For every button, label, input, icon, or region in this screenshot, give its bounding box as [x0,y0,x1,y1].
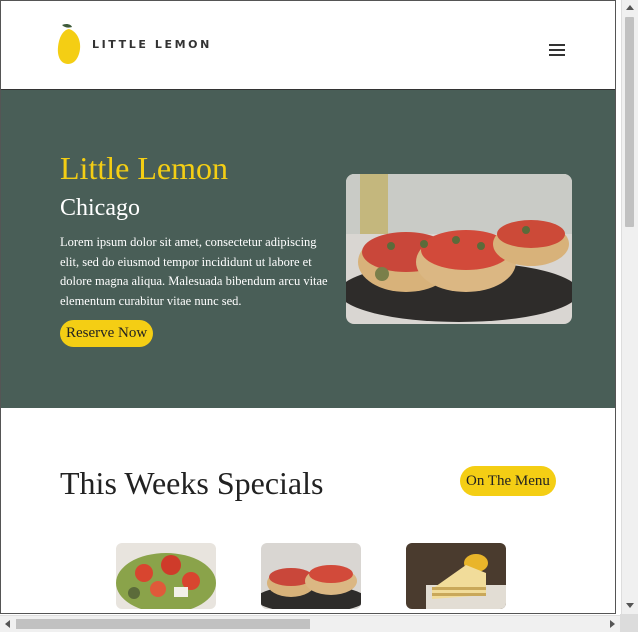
hero-section: Little Lemon Chicago Lorem ipsum dolor s… [1,90,615,408]
greek-salad-image[interactable] [116,543,216,609]
hero-image [346,174,572,324]
vertical-scrollbar[interactable] [621,0,638,614]
hero-city: Chicago [60,195,140,221]
logo[interactable]: LITTLE LEMON [56,23,212,65]
logo-text: LITTLE LEMON [92,37,212,51]
hero-title: Little Lemon [60,150,228,186]
hero-description: Lorem ipsum dolor sit amet, consectetur … [60,235,328,308]
lemon-dessert-image[interactable] [406,543,506,609]
scroll-down-arrow-icon[interactable] [626,603,634,608]
vertical-scroll-thumb[interactable] [625,17,634,227]
hamburger-icon[interactable] [549,44,565,56]
scrollbar-corner [620,614,638,632]
on-the-menu-button[interactable]: On The Menu [460,466,556,496]
scroll-left-arrow-icon[interactable] [5,620,10,628]
lemon-icon [57,23,81,64]
scroll-right-arrow-icon[interactable] [610,620,615,628]
reserve-now-button[interactable]: Reserve Now [60,320,154,347]
scroll-up-arrow-icon[interactable] [626,5,634,10]
browser-viewport: LITTLE LEMON Little Lemon Chicago Lorem … [0,0,616,614]
specials-title: This Weeks Specials [60,465,324,501]
horizontal-scrollbar[interactable] [0,615,620,632]
bruschetta-image[interactable] [261,543,361,609]
horizontal-scroll-thumb[interactable] [16,619,310,629]
site-header: LITTLE LEMON [1,1,615,90]
